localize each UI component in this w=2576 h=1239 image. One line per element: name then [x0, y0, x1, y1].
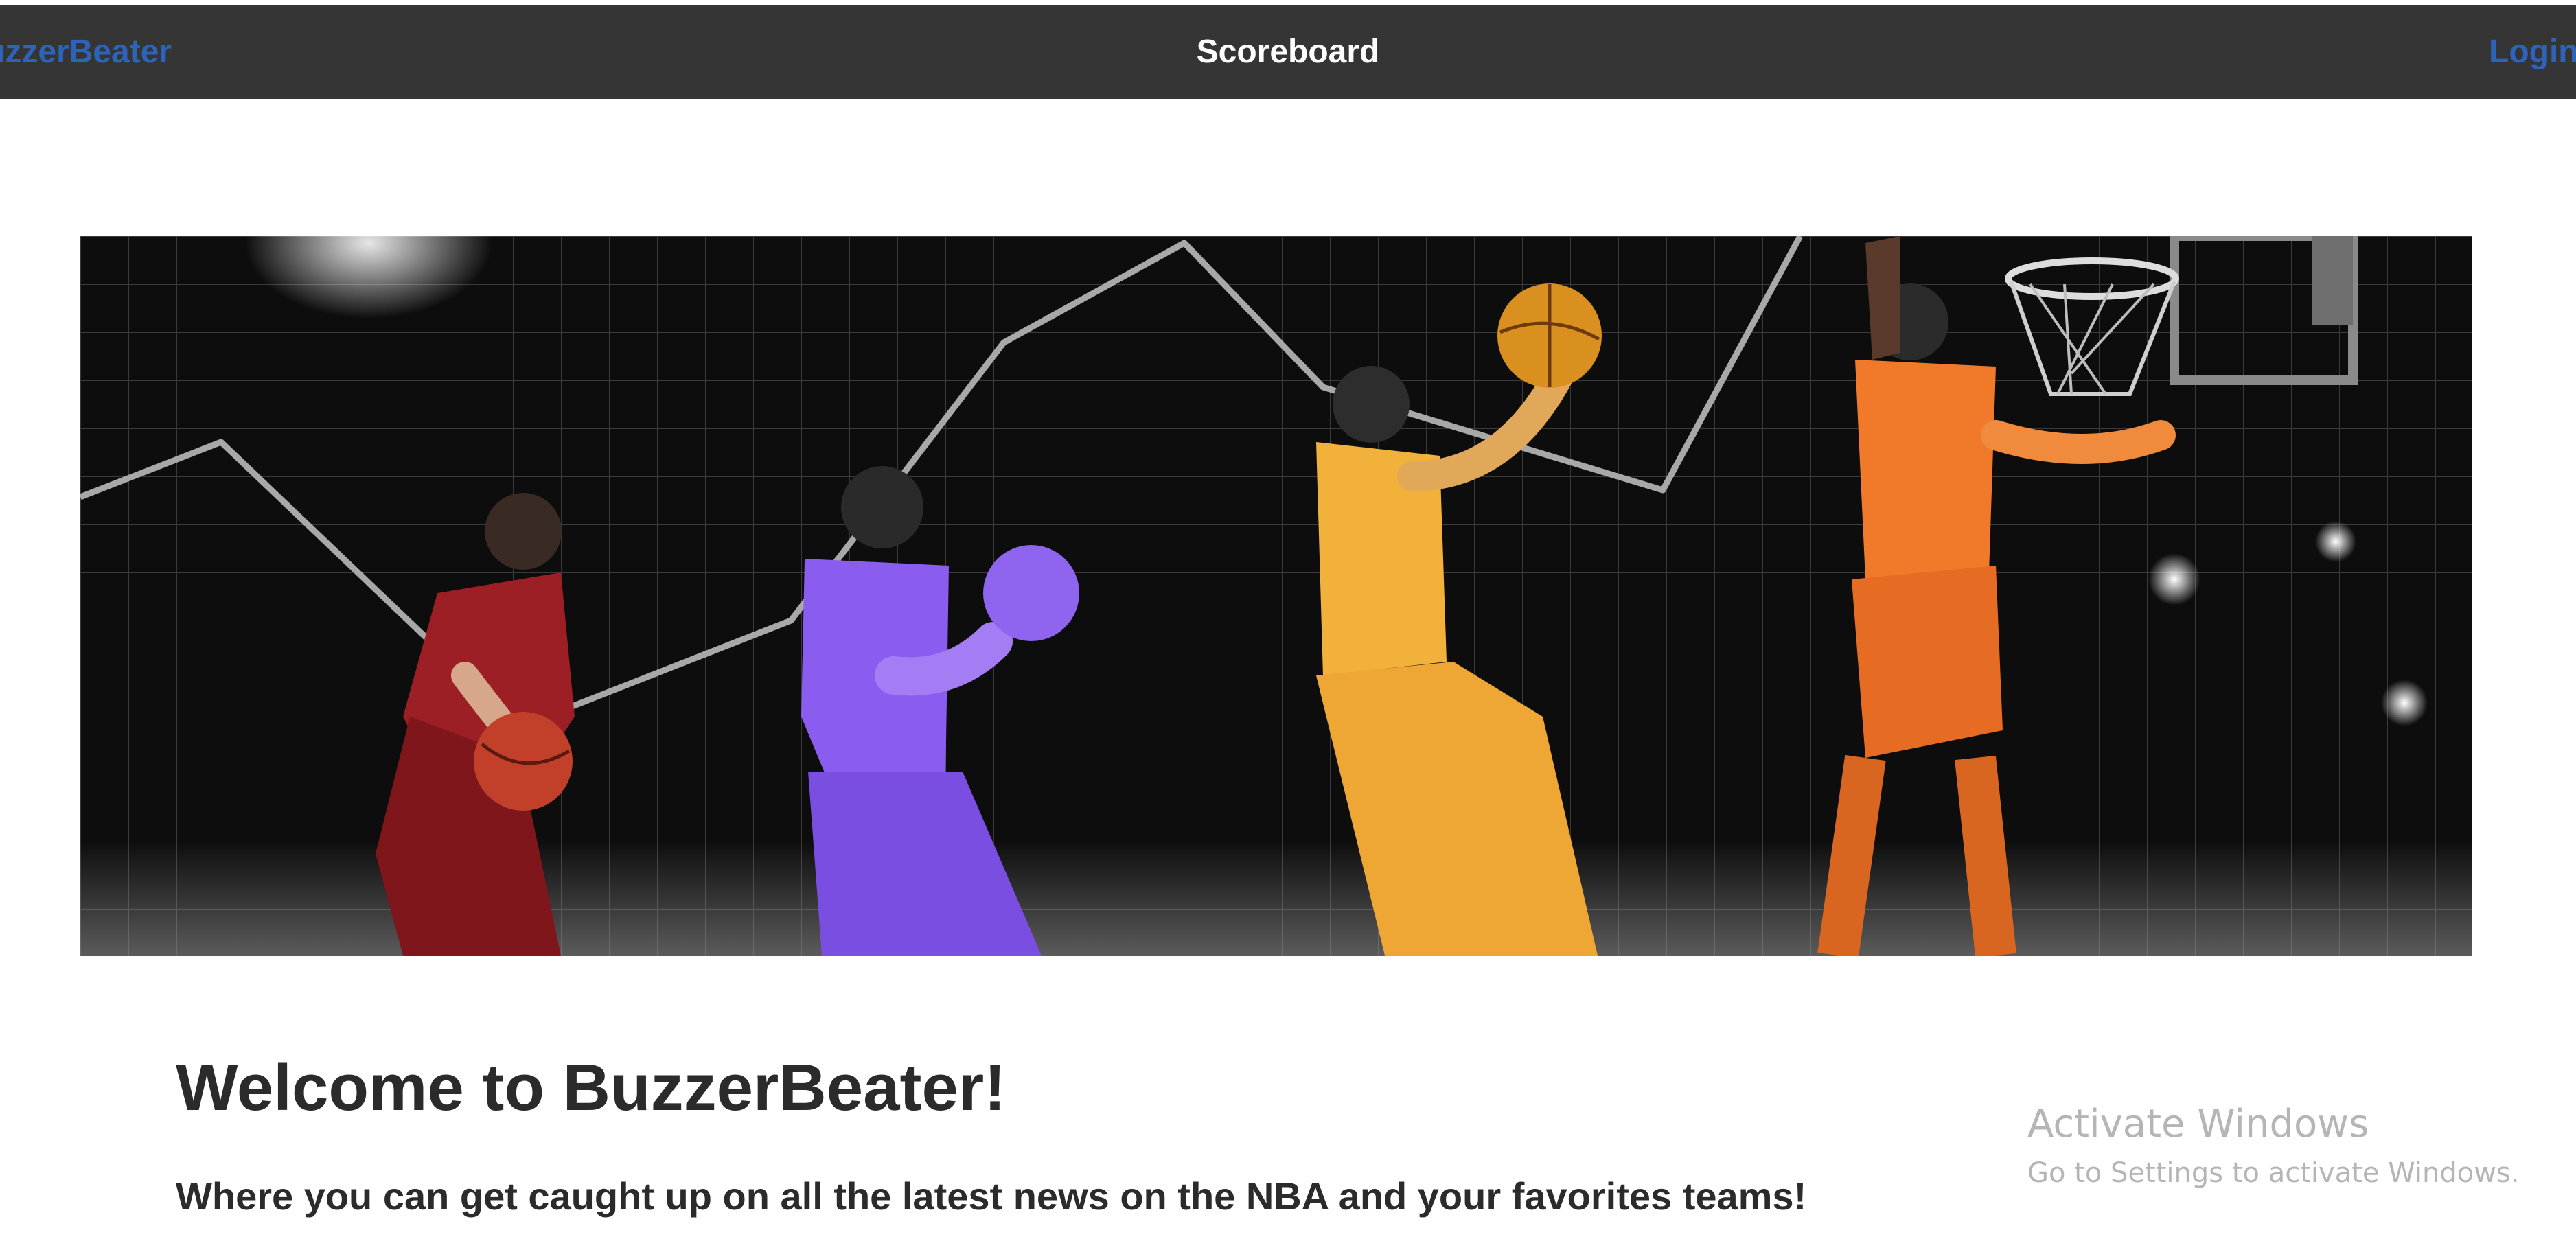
- hero-banner-image: [80, 236, 2472, 956]
- welcome-heading: Welcome to BuzzerBeater!: [176, 1051, 1007, 1124]
- welcome-subheading: Where you can get caught up on all the l…: [176, 1174, 1807, 1218]
- activate-windows-title: Activate Windows: [2027, 1102, 2369, 1146]
- login-link[interactable]: Login: [2489, 5, 2576, 99]
- navbar: uzzerBeater Scoreboard Login: [0, 5, 2576, 99]
- activate-windows-subtitle: Go to Settings to activate Windows.: [2027, 1157, 2520, 1189]
- nav-scoreboard-link[interactable]: Scoreboard: [0, 5, 2576, 99]
